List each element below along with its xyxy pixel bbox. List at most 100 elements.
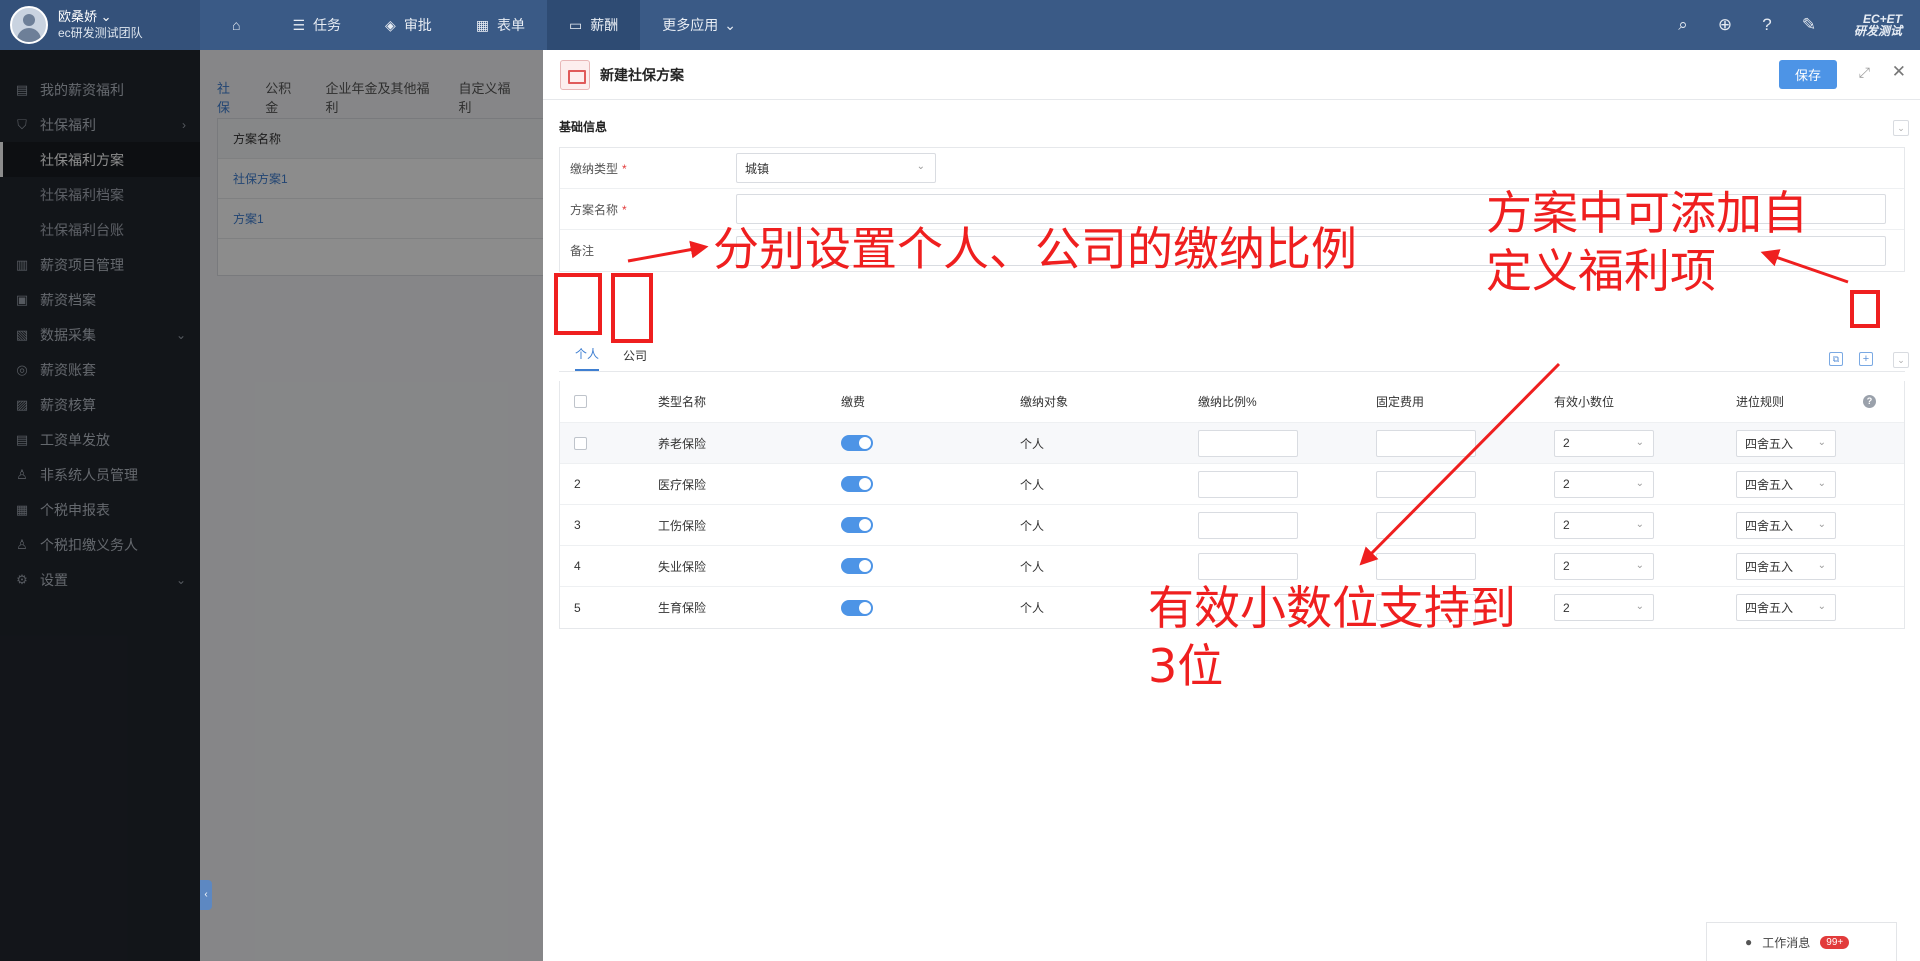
annotation-box-company [611, 273, 653, 343]
table-header: 类型名称 缴费 缴纳对象 缴纳比例% 固定费用 有效小数位 进位规则 ? [560, 381, 1904, 423]
plan-card-icon [560, 59, 590, 90]
edit-note-icon[interactable]: ✎ [1791, 15, 1827, 35]
fixed-fee-input[interactable] [1376, 429, 1476, 457]
table-row: 2 医疗保险 个人 2 ⌄ 四舍五入 ⌄ [560, 464, 1904, 505]
plan-name-label: 方案名称 * [570, 202, 627, 217]
top-bar: 欧桑娇 ⌄ ec研发测试团队 ⌂ ☰ 任务 ◈ 审批 ▦ 表单 ▭ 薪酬 更多应用 ⌄ ⌕… [0, 0, 1920, 50]
annotation-box-personal [554, 273, 602, 335]
ratio-input[interactable] [1198, 470, 1298, 498]
add-item-icon[interactable]: + [1859, 352, 1873, 366]
user-name: 欧桑娇 ⌄ [58, 9, 112, 24]
chevron-down-icon: ⌄ [1635, 436, 1644, 448]
col-rule: 进位规则 [1736, 395, 1785, 409]
work-message-button[interactable]: ● 工作消息 99+ [1706, 922, 1897, 961]
user-team: ec研发测试团队 [58, 26, 143, 40]
nav-salary[interactable]: ▭ 薪酬 [547, 0, 641, 50]
help-icon[interactable]: ? [1863, 395, 1876, 408]
section-title: 基础信息 [559, 120, 608, 134]
save-button[interactable]: 保存 [1779, 60, 1837, 89]
chevron-down-icon: ⌄ [100, 9, 112, 24]
annotation-ratio: 分别设置个人、公司的缴纳比例 [713, 222, 1357, 276]
stack-icon: ◈ [385, 16, 396, 33]
chevron-down-icon: ⌄ [1635, 559, 1644, 571]
modal-overlay[interactable] [0, 50, 543, 961]
chevron-down-icon: ⌄ [1817, 477, 1826, 489]
col-decimal: 有效小数位 [1554, 395, 1615, 409]
nav-home[interactable]: ⌂ [210, 0, 270, 50]
chevron-down-icon: ⌄ [1817, 559, 1826, 571]
remark-label: 备注 [570, 244, 595, 258]
chevron-down-icon[interactable]: ⌄ [1893, 120, 1909, 136]
home-icon: ⌂ [232, 17, 241, 33]
select-all-checkbox[interactable] [574, 395, 587, 408]
rounding-rule-select[interactable]: 四舍五入 ⌄ [1736, 594, 1836, 621]
help-icon[interactable]: ? [1749, 15, 1785, 35]
rounding-rule-select[interactable]: 四舍五入 ⌄ [1736, 429, 1836, 457]
list-icon: ☰ [292, 16, 306, 33]
fixed-fee-input[interactable] [1376, 552, 1476, 580]
table-row: 3 工伤保险 个人 2 ⌄ 四舍五入 ⌄ [560, 505, 1904, 546]
search-icon[interactable]: ⌕ [1665, 15, 1701, 35]
main-nav: ⌂ ☰ 任务 ◈ 审批 ▦ 表单 ▭ 薪酬 更多应用 ⌄ [210, 0, 758, 50]
brand-logo: EC+ET 研发测试 [1853, 12, 1902, 38]
payment-type-label: 缴纳类型 * [570, 161, 627, 176]
ratio-input[interactable] [1198, 552, 1298, 580]
chevron-down-icon: ⌄ [1635, 477, 1644, 489]
fixed-fee-input[interactable] [1376, 470, 1476, 498]
ratio-input[interactable] [1198, 511, 1298, 539]
notification-badge: 99+ [1820, 935, 1850, 949]
chevron-down-icon: ⌄ [1817, 436, 1826, 448]
chevron-down-icon: ⌄ [1635, 518, 1644, 530]
chevron-down-icon: ⌄ [1817, 601, 1826, 612]
chevron-down-icon: ⌄ [724, 16, 737, 33]
user-menu[interactable]: 欧桑娇 ⌄ ec研发测试团队 [0, 0, 200, 50]
chevron-down-icon[interactable]: ⌄ [1893, 352, 1909, 368]
chevron-down-icon: ⌄ [1817, 518, 1826, 530]
pay-toggle[interactable] [841, 558, 873, 574]
col-type-name: 类型名称 [658, 395, 707, 409]
nav-approval[interactable]: ◈ 审批 [363, 0, 454, 50]
col-fixed: 固定费用 [1376, 395, 1425, 409]
col-ratio: 缴纳比例% [1198, 395, 1257, 409]
decimal-select[interactable]: 2 ⌄ [1554, 594, 1654, 621]
table-row: 养老保险 个人 2 ⌄ 四舍五入 ⌄ [560, 423, 1904, 464]
expand-icon[interactable]: ⤢ [1859, 64, 1870, 81]
annotation-decimal: 有效小数位支持到 3位 [1148, 581, 1516, 693]
chevron-down-icon: ⌄ [916, 161, 925, 172]
add-circle-icon[interactable]: ⊕ [1707, 15, 1743, 35]
fixed-fee-input[interactable] [1376, 511, 1476, 539]
payer-tabs: 个人 公司 [559, 332, 1905, 372]
rounding-rule-select[interactable]: 四舍五入 ⌄ [1736, 552, 1836, 580]
decimal-select[interactable]: 2 ⌄ [1554, 470, 1654, 498]
rounding-rule-select[interactable]: 四舍五入 ⌄ [1736, 470, 1836, 498]
pay-toggle[interactable] [841, 435, 873, 451]
ratio-input[interactable] [1198, 429, 1298, 457]
table-icon: ▦ [475, 16, 490, 33]
nav-forms[interactable]: ▦ 表单 [454, 0, 547, 50]
tab-company[interactable]: 公司 [623, 347, 647, 371]
nav-tasks[interactable]: ☰ 任务 [270, 0, 363, 50]
pay-toggle[interactable] [841, 599, 873, 616]
nav-more-apps[interactable]: 更多应用 ⌄ [640, 0, 758, 50]
chat-icon: ● [1745, 935, 1753, 949]
pay-toggle[interactable] [841, 476, 873, 492]
row-checkbox[interactable] [574, 436, 587, 450]
decimal-select[interactable]: 2 ⌄ [1554, 429, 1654, 457]
avatar[interactable] [10, 6, 48, 44]
payment-type-select[interactable]: 城镇 ⌄ [736, 153, 936, 183]
tab-personal[interactable]: 个人 [575, 345, 600, 371]
chevron-down-icon: ⌄ [1635, 601, 1644, 612]
decimal-select[interactable]: 2 ⌄ [1554, 511, 1654, 539]
col-target: 缴纳对象 [1020, 395, 1069, 409]
rounding-rule-select[interactable]: 四舍五入 ⌄ [1736, 511, 1836, 539]
copy-icon[interactable]: ⧉ [1829, 352, 1843, 366]
collapse-handle[interactable]: ‹ [200, 880, 212, 910]
col-pay: 缴费 [841, 395, 866, 409]
decimal-select[interactable]: 2 ⌄ [1554, 552, 1654, 580]
annotation-custom-item: 方案中可添加自 定义福利项 [1486, 186, 1808, 298]
close-icon[interactable]: ✕ [1892, 62, 1906, 82]
pay-toggle[interactable] [841, 517, 873, 533]
card-icon: ▭ [569, 16, 583, 33]
annotation-box-add [1850, 290, 1880, 328]
drawer-title: 新建社保方案 [600, 66, 684, 83]
